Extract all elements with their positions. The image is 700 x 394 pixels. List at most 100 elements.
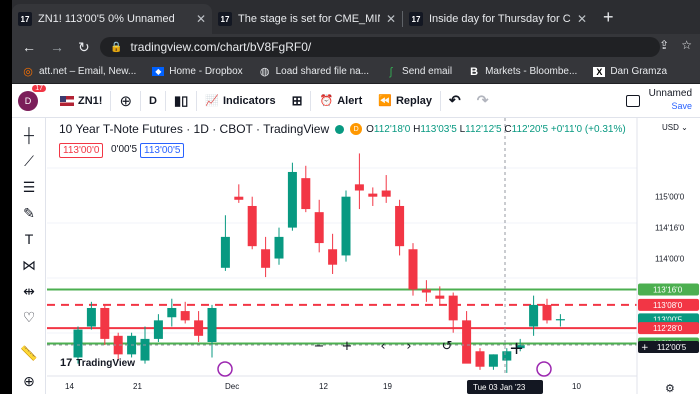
share-icon[interactable]: ⇪ (659, 38, 669, 52)
scroll-left-icon[interactable]: ‹ (380, 339, 385, 354)
sell-button[interactable]: 113'00'0 (59, 143, 104, 158)
candle-body[interactable] (475, 351, 485, 367)
trend-line-icon[interactable]: ⟋ (20, 152, 38, 170)
forward-icon[interactable]: → (50, 39, 64, 55)
back-icon[interactable]: ← (22, 39, 36, 55)
tradingview-favicon-icon: 17 (18, 12, 32, 26)
candle-body[interactable] (140, 338, 150, 361)
crosshair-icon[interactable]: ┼ (20, 126, 38, 144)
candle-body[interactable] (301, 178, 311, 210)
fib-retracement-icon[interactable]: ☰ (20, 178, 38, 196)
templates-button[interactable]: ⊞ (284, 84, 311, 117)
candle-body[interactable] (542, 304, 552, 321)
candle-body[interactable] (368, 193, 378, 197)
currency-label[interactable]: USD ⌄ (662, 123, 688, 132)
browser-tab-1[interactable]: 17 ZN1! 113'00'5 0% Unnamed ✕ (12, 4, 212, 34)
event-marker-icon[interactable] (217, 361, 233, 377)
indicators-button[interactable]: 📈 Indicators (197, 84, 283, 117)
zoom-in-button-icon[interactable]: + (342, 339, 353, 354)
replay-button[interactable]: ⏪ Replay (370, 84, 440, 117)
candle-body[interactable] (247, 205, 257, 247)
candle-body[interactable] (274, 236, 284, 259)
time-tick-label: 19 (383, 382, 392, 391)
lock-icon[interactable]: 🔒 (110, 42, 122, 53)
candle-body[interactable] (261, 249, 271, 268)
reload-icon[interactable]: ↻ (78, 39, 90, 56)
close-tab-icon[interactable]: ✕ (577, 12, 587, 26)
new-tab-button[interactable]: + (593, 7, 624, 34)
save-layout-button[interactable]: Unnamed Save (649, 88, 692, 112)
bookmark-att[interactable]: ◎ att.net – Email, New... (22, 65, 136, 78)
candle-body[interactable] (167, 307, 177, 318)
price-tag-label: 113'16'0 (653, 285, 683, 294)
candle-body[interactable] (435, 295, 445, 299)
candle-body[interactable] (220, 236, 230, 268)
interval-button[interactable]: D (141, 84, 165, 117)
candle-body[interactable] (153, 320, 163, 339)
candle-body[interactable] (314, 212, 324, 244)
candle-body[interactable] (555, 319, 565, 321)
bookmark-dropbox[interactable]: ◆ Home - Dropbox (152, 66, 243, 77)
candle-body[interactable] (100, 307, 110, 339)
browser-tab-2[interactable]: 17 The stage is set for CME_MINI:ES ✕ (212, 4, 402, 34)
candle-body[interactable] (328, 249, 338, 265)
compare-symbol-button[interactable]: ⊕ (111, 84, 140, 117)
brush-icon[interactable]: ✎ (20, 204, 38, 222)
bookmark-star-icon[interactable]: ☆ (681, 38, 692, 52)
time-tick-label: Dec (225, 382, 239, 391)
rewind-icon: ⏪ (378, 95, 392, 107)
chart-type-button[interactable]: ▮▯ (166, 84, 196, 117)
candle-body[interactable] (194, 320, 204, 336)
undo-button[interactable]: ↶ (441, 84, 469, 117)
settings-gear-icon[interactable]: ⚙ (665, 382, 675, 394)
candle-body[interactable] (354, 184, 364, 191)
bookmark-dan-gramza[interactable]: X Dan Gramza (593, 66, 667, 77)
candle-body[interactable] (234, 196, 244, 200)
bookmark-bloomberg[interactable]: B Markets - Bloombe... (468, 66, 577, 78)
user-avatar[interactable]: D 17 (18, 84, 46, 111)
layout-icon[interactable] (626, 95, 640, 107)
candle-body[interactable] (421, 289, 431, 293)
redo-button[interactable]: ↷ (469, 84, 497, 117)
plus-icon[interactable]: + (641, 343, 649, 353)
candle-body[interactable] (180, 311, 190, 321)
candle-body[interactable] (207, 307, 217, 342)
text-icon[interactable]: T (20, 230, 38, 248)
buy-button[interactable]: 113'00'5 (140, 143, 185, 158)
tradingview-top-toolbar: D 17 ZN1! ⊕ D ▮▯ 📈 Indicators ⊞ ⏰ Alert ⏪ Re… (12, 84, 700, 118)
prediction-icon[interactable]: ⇹ (20, 282, 38, 300)
alert-button[interactable]: ⏰ Alert (311, 84, 370, 117)
reset-view-icon[interactable]: ↺ (442, 339, 453, 354)
candle-body[interactable] (395, 205, 405, 247)
candle-body[interactable] (86, 307, 96, 327)
scroll-right-icon[interactable]: › (406, 339, 411, 354)
candle-body[interactable] (287, 171, 297, 228)
b-icon: B (470, 65, 479, 78)
time-tick-label: 21 (133, 382, 142, 391)
bookmark-send-email[interactable]: ʃ Send email (385, 66, 452, 78)
candle-body[interactable] (529, 304, 539, 327)
candle-body[interactable] (381, 190, 391, 197)
candle-body[interactable] (448, 295, 458, 321)
att-icon: ◎ (23, 66, 33, 78)
symbol-search-button[interactable]: ZN1! (52, 84, 110, 117)
candle-body[interactable] (341, 196, 351, 256)
zoom-out-icon[interactable]: − (314, 339, 325, 354)
ruler-icon[interactable]: 📏 (20, 344, 38, 362)
candle-body[interactable] (462, 320, 472, 364)
tab-title: Inside day for Thursday for CME (429, 13, 571, 25)
chart-canvas[interactable]: + USD ⌄ 115'00'0 114'16'0 114'00'0 113'16'0 11… (47, 118, 700, 394)
zoom-in-icon[interactable]: ⊕ (20, 372, 38, 390)
favorites-heart-icon[interactable]: ♡ (20, 308, 38, 326)
address-bar[interactable]: 🔒 tradingview.com/chart/bV8FgRF0/ (100, 37, 660, 57)
close-tab-icon[interactable]: ✕ (386, 12, 396, 26)
candle-body[interactable] (73, 329, 83, 358)
candle-body[interactable] (488, 354, 498, 367)
event-marker-icon[interactable] (536, 361, 552, 377)
pattern-icon[interactable]: ⋈ (20, 256, 38, 274)
bookmark-load-shared-file[interactable]: ◍ Load shared file na... (259, 65, 369, 78)
tradingview-watermark: 17 TradingView (60, 357, 135, 369)
candle-body[interactable] (408, 249, 418, 290)
close-tab-icon[interactable]: ✕ (196, 12, 206, 26)
browser-tab-3[interactable]: 17 Inside day for Thursday for CME ✕ (403, 4, 593, 34)
